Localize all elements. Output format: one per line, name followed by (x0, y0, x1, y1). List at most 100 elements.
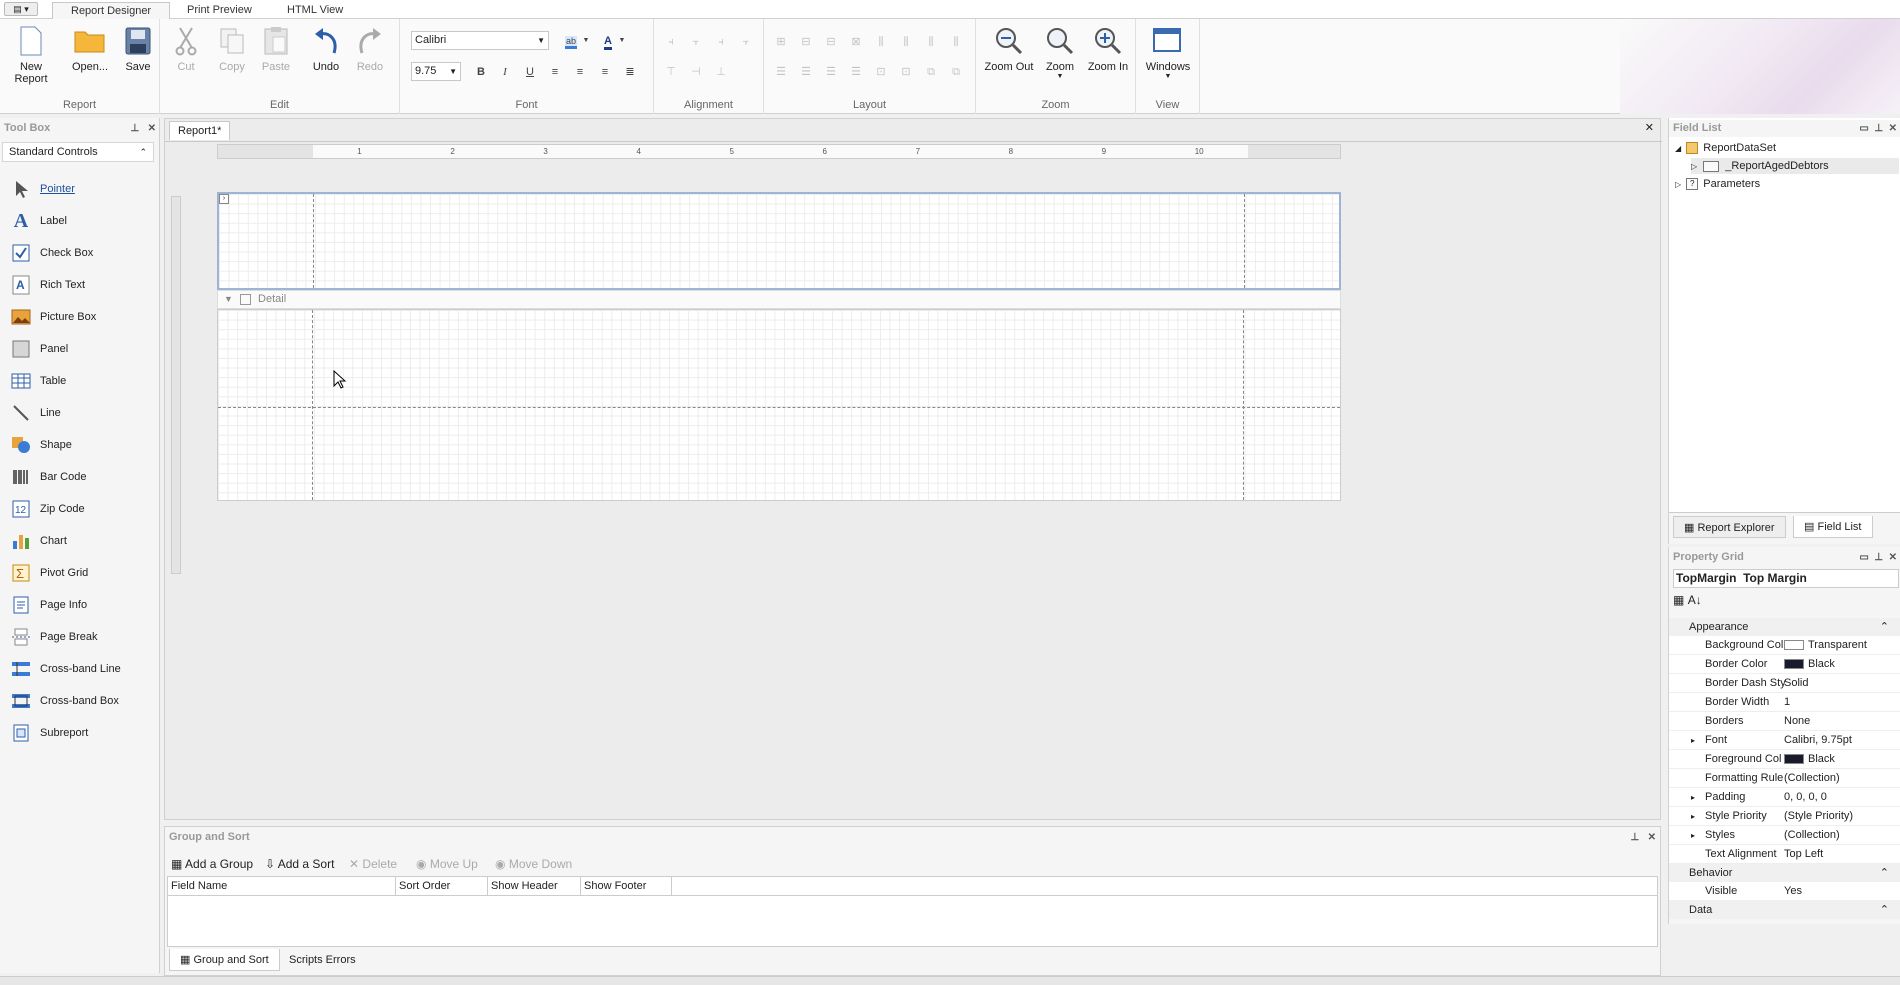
h-spacing-equal-icon[interactable]: ⫼ (872, 33, 890, 51)
center-vertically-icon[interactable]: ⊡ (897, 63, 915, 81)
toolbox-item-label[interactable]: A Label (10, 210, 150, 232)
toolbox-item-line[interactable]: Line (10, 402, 150, 424)
property-row-style-priority[interactable]: ▸ Style Priority (Style Priority) (1669, 807, 1900, 826)
zoom-button[interactable]: Zoom ▼ (1038, 23, 1082, 95)
h-spacing-increase-icon[interactable]: ⫼ (897, 33, 915, 51)
close-icon[interactable]: ✕ (1889, 123, 1897, 134)
same-width-icon[interactable]: ⊟ (797, 33, 815, 51)
column-header[interactable]: Sort Order (396, 877, 488, 895)
align-right-button[interactable]: ≡ (596, 63, 614, 81)
tab-group-and-sort[interactable]: ▦ Group and Sort (169, 949, 280, 971)
zoom-in-button[interactable]: Zoom In (1082, 23, 1134, 95)
close-icon[interactable]: ✕ (1889, 552, 1897, 563)
font-size-combo[interactable]: 9.75 ▼ (411, 62, 461, 81)
delete-button[interactable]: ✕ Delete (349, 855, 397, 873)
pin-icon[interactable]: ⊥ (131, 123, 140, 134)
move-up-button[interactable]: ◉ Move Up (416, 855, 478, 873)
toolbox-item-panel[interactable]: Panel (10, 338, 150, 360)
expand-icon[interactable]: ▸ (1691, 788, 1695, 807)
align-tops-icon[interactable]: ⊤ (662, 63, 680, 81)
tab-report-designer[interactable]: Report Designer (52, 2, 171, 19)
detail-band[interactable] (217, 309, 1341, 501)
toolbox-item-rich-text[interactable]: A Rich Text (10, 274, 150, 296)
tree-expand-icon[interactable]: ◢ (1675, 144, 1681, 153)
column-header[interactable]: Show Footer (581, 877, 672, 895)
redo-button[interactable]: Redo (350, 23, 390, 95)
h-spacing-remove-icon[interactable]: ⫼ (947, 33, 965, 51)
sort-alphabetical-icon[interactable]: A↓ (1688, 593, 1702, 607)
band-smart-tag-icon[interactable]: › (219, 194, 229, 204)
toolbox-item-subreport[interactable]: Subreport (10, 722, 150, 744)
open-button[interactable]: Open... (64, 23, 116, 95)
categorized-icon[interactable]: ▦ (1673, 593, 1684, 607)
align-bottoms-icon[interactable]: ⊥ (712, 63, 730, 81)
top-margin-band[interactable]: › (217, 192, 1341, 290)
align-centers-icon[interactable]: ⫟ (687, 33, 705, 51)
align-center-button[interactable]: ≡ (571, 63, 589, 81)
tab-scripts-errors[interactable]: Scripts Errors (279, 949, 366, 971)
toolbox-item-cross-band-line[interactable]: Cross-band Line (10, 658, 150, 680)
expand-icon[interactable]: ▸ (1691, 731, 1695, 750)
pin-icon[interactable]: ⊥ (1874, 123, 1883, 134)
property-row-padding[interactable]: ▸ Padding 0, 0, 0, 0 (1669, 788, 1900, 807)
align-rights-icon[interactable]: ⫞ (712, 33, 730, 51)
toolbox-item-picture-box[interactable]: Picture Box (10, 306, 150, 328)
toolbox-item-table[interactable]: Table (10, 370, 150, 392)
close-icon[interactable]: ✕ (148, 123, 156, 134)
toolbox-item-cross-band-box[interactable]: Cross-band Box (10, 690, 150, 712)
add-group-button[interactable]: ▦ Add a Group (171, 855, 253, 873)
move-down-button[interactable]: ◉ Move Down (495, 855, 572, 873)
toolbox-item-page-break[interactable]: Page Break (10, 626, 150, 648)
close-icon[interactable]: ✕ (1648, 832, 1656, 843)
v-spacing-increase-icon[interactable]: ☰ (797, 63, 815, 81)
toolbox-item-page-info[interactable]: Page Info (10, 594, 150, 616)
document-tab[interactable]: Report1* (169, 121, 231, 140)
copy-button[interactable]: Copy (212, 23, 252, 95)
align-grid-icon[interactable]: ⫟ (737, 33, 755, 51)
toolbox-item-pivot-grid[interactable]: Σ Pivot Grid (10, 562, 150, 584)
same-size-icon[interactable]: ⊠ (847, 33, 865, 51)
send-to-back-icon[interactable]: ⧉ (947, 63, 965, 81)
highlight-color-dropdown[interactable]: ▼ (577, 32, 595, 50)
property-row-font[interactable]: ▸ Font Calibri, 9.75pt (1669, 731, 1900, 750)
add-sort-button[interactable]: ⇩ Add a Sort (265, 855, 334, 873)
v-spacing-remove-icon[interactable]: ☰ (847, 63, 865, 81)
close-document-icon[interactable]: ✕ (1645, 121, 1654, 134)
property-row-formatting-rules[interactable]: Formatting Rule (Collection) (1669, 769, 1900, 788)
property-row-border-width[interactable]: Border Width 1 (1669, 693, 1900, 712)
toolbox-item-bar-code[interactable]: Bar Code (10, 466, 150, 488)
paste-button[interactable]: Paste (256, 23, 296, 95)
tab-print-preview[interactable]: Print Preview (183, 2, 256, 19)
expand-icon[interactable]: ▸ (1691, 826, 1695, 845)
font-name-combo[interactable]: Calibri ▼ (411, 31, 549, 50)
app-menu-button[interactable]: ▤ ▾ (4, 2, 38, 16)
category-appearance[interactable]: Appearance ⌃ (1669, 618, 1900, 636)
toolbox-item-pointer[interactable]: Pointer (10, 178, 150, 200)
justify-button[interactable]: ≣ (621, 63, 639, 81)
v-spacing-decrease-icon[interactable]: ☰ (822, 63, 840, 81)
tree-item-parameters[interactable]: ▷ ? Parameters (1675, 176, 1760, 192)
align-lefts-icon[interactable]: ⫞ (662, 33, 680, 51)
toolbox-category-header[interactable]: Standard Controls ⌃ (2, 142, 154, 162)
tree-expand-icon[interactable]: ▷ (1675, 180, 1681, 189)
v-spacing-equal-icon[interactable]: ☰ (772, 63, 790, 81)
windows-button[interactable]: Windows ▼ (1141, 23, 1195, 95)
expand-icon[interactable]: ▸ (1691, 807, 1695, 826)
pin-icon[interactable]: ⊥ (1631, 832, 1640, 843)
new-report-button[interactable]: New Report (2, 23, 60, 95)
cut-button[interactable]: Cut (166, 23, 206, 95)
toolbox-item-shape[interactable]: Shape (10, 434, 150, 456)
tree-item-reportdataset[interactable]: ◢ ReportDataSet (1675, 140, 1776, 156)
property-row-border-dash-style[interactable]: Border Dash Sty Solid (1669, 674, 1900, 693)
align-middles-icon[interactable]: ⊣ (687, 63, 705, 81)
font-color-dropdown[interactable]: ▼ (613, 32, 631, 50)
size-to-grid-icon[interactable]: ⊞ (772, 33, 790, 51)
save-button[interactable]: Save (118, 23, 158, 95)
float-icon[interactable]: ▭ (1859, 552, 1868, 563)
tree-item-reportageddebtors[interactable]: ▷ _ReportAgedDebtors (1691, 158, 1899, 174)
float-icon[interactable]: ▭ (1859, 123, 1868, 134)
bring-to-front-icon[interactable]: ⧉ (922, 63, 940, 81)
undo-button[interactable]: Undo (306, 23, 346, 95)
property-row-styles[interactable]: ▸ Styles (Collection) (1669, 826, 1900, 845)
toolbox-item-check-box[interactable]: Check Box (10, 242, 150, 264)
